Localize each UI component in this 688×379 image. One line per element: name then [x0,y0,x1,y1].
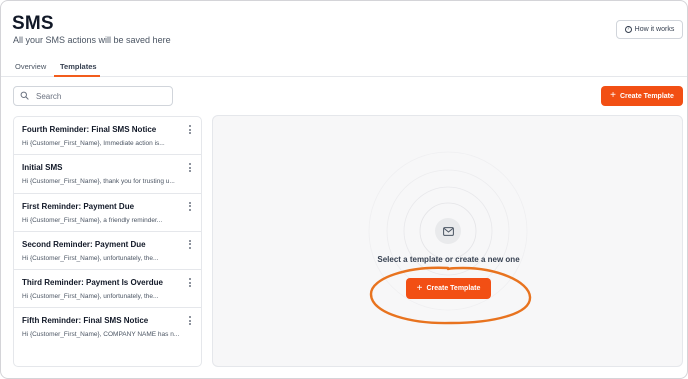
template-list: Fourth Reminder: Final SMS Notice Hi {Cu… [13,116,202,367]
search-input[interactable] [36,91,156,101]
kebab-menu-icon[interactable] [188,201,192,211]
kebab-menu-icon[interactable] [188,239,192,249]
template-preview: Hi {Customer_First_Name}, thank you for … [22,178,175,186]
mail-icon [435,218,461,244]
plus-icon: + [610,90,616,101]
template-title: Fourth Reminder: Final SMS Notice [22,125,157,134]
question-circle-icon: ? [624,26,632,33]
template-preview: Hi {Customer_First_Name}, COMPANY NAME h… [22,331,180,339]
template-item[interactable]: First Reminder: Payment Due Hi {Customer… [14,194,201,232]
how-it-works-button[interactable]: ? How it works [616,20,683,39]
kebab-menu-icon[interactable] [188,278,192,288]
template-title: Third Reminder: Payment Is Overdue [22,278,163,288]
kebab-menu-icon[interactable] [188,163,192,173]
page-subtitle: All your SMS actions will be saved here [13,35,171,45]
sms-page: SMS All your SMS actions will be saved h… [0,0,688,379]
search-icon [20,87,29,105]
template-preview: Hi {Customer_First_Name}, unfortunately,… [22,254,159,262]
template-title: Fifth Reminder: Final SMS Notice [22,316,149,326]
create-template-button[interactable]: + Create Template [601,86,683,106]
create-template-label: Create Template [619,92,674,100]
template-title: First Reminder: Payment Due [22,201,135,211]
template-title: Initial SMS [22,163,63,173]
template-title: Second Reminder: Payment Due [22,239,146,249]
tab-bar: Overview Templates [1,57,687,77]
template-item[interactable]: Third Reminder: Payment Is Overdue Hi {C… [14,270,201,309]
tab-templates[interactable]: Templates [60,62,97,71]
template-preview: Hi {Customer_First_Name}, Immediate acti… [22,140,165,147]
template-preview: Hi {Customer_First_Name}, a friendly rem… [22,216,163,224]
template-preview-panel: Select a template or create a new one + … [212,115,683,367]
how-it-works-label: How it works [634,26,675,33]
kebab-menu-icon[interactable] [188,316,192,326]
template-item[interactable]: Fifth Reminder: Final SMS Notice Hi {Cus… [14,308,201,346]
template-preview: Hi {Customer_First_Name}, unfortunately,… [22,293,159,301]
template-item[interactable]: Initial SMS Hi {Customer_First_Name}, th… [14,155,201,194]
template-item[interactable]: Fourth Reminder: Final SMS Notice Hi {Cu… [14,117,201,156]
kebab-menu-icon[interactable] [188,125,192,134]
annotation-circle [369,266,532,325]
search-field[interactable] [13,86,173,106]
active-tab-indicator [54,75,100,77]
tab-overview[interactable]: Overview [15,62,46,71]
page-title: SMS [12,13,54,34]
template-item[interactable]: Second Reminder: Payment Due Hi {Custome… [14,232,201,271]
